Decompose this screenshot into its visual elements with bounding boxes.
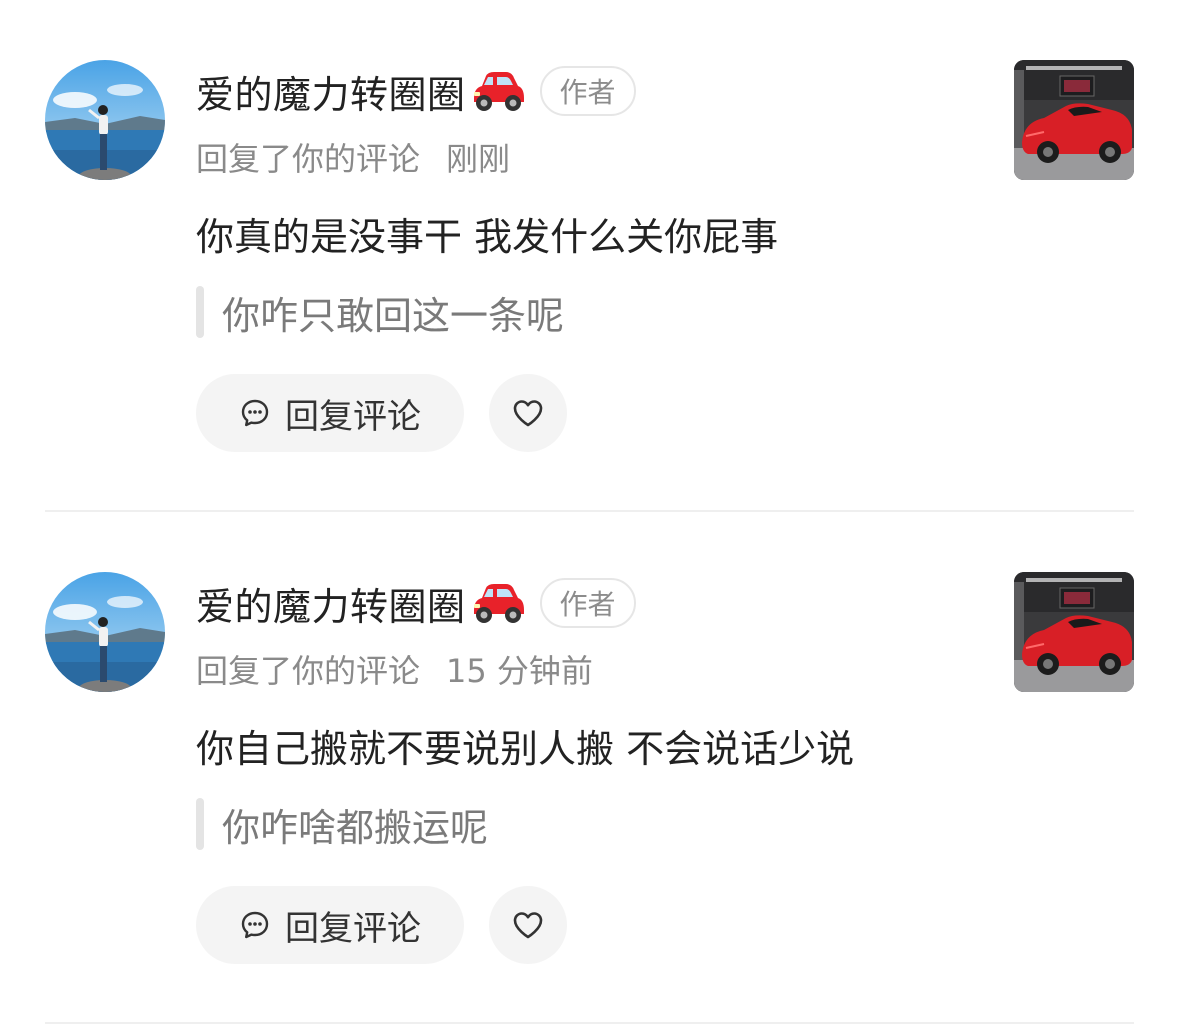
username[interactable]: 爱的魔力转圈圈: [196, 64, 466, 119]
reply-comment-button[interactable]: 回复评论: [196, 374, 464, 452]
quote-bar: [196, 286, 204, 338]
comment-bubble-icon: [241, 399, 269, 427]
divider: [45, 1022, 1134, 1024]
author-badge: 作者: [539, 578, 636, 628]
quote-text: 你咋只敢回这一条呢: [222, 293, 565, 338]
meta-row: 回复了你的评论 15 分钟前: [196, 646, 593, 692]
avatar[interactable]: [45, 60, 165, 180]
reply-button-label: 回复评论: [285, 396, 421, 437]
username-row: 爱的魔力转圈圈 作者: [196, 574, 636, 632]
reply-button-label: 回复评论: [285, 908, 421, 949]
reply-content: 你自己搬就不要说别人搬 不会说话少说: [196, 727, 855, 771]
quote-bar: [196, 798, 204, 850]
avatar[interactable]: [45, 572, 165, 692]
action-text: 回复了你的评论: [196, 652, 421, 690]
notification-item[interactable]: 爱的魔力转圈圈 作者 回复了你的评论 刚刚 你真的是没事干 我发什么关你屁事 你咋…: [0, 0, 1179, 512]
reply-content: 你真的是没事干 我发什么关你屁事: [196, 215, 779, 259]
timestamp: 刚刚: [446, 140, 511, 178]
quote-text: 你咋啥都搬运呢: [222, 805, 489, 850]
reply-comment-button[interactable]: 回复评论: [196, 886, 464, 964]
post-thumbnail[interactable]: [1014, 572, 1134, 692]
username[interactable]: 爱的魔力转圈圈: [196, 576, 466, 631]
notification-item[interactable]: 爱的魔力转圈圈 作者 回复了你的评论 15 分钟前 你自己搬就不要说别人搬 不会说…: [0, 512, 1179, 1024]
red-car-emoji-icon: [468, 580, 526, 626]
action-text: 回复了你的评论: [196, 140, 421, 178]
meta-row: 回复了你的评论 刚刚: [196, 134, 510, 180]
post-thumbnail[interactable]: [1014, 60, 1134, 180]
quoted-comment: 你咋只敢回这一条呢: [196, 284, 564, 340]
timestamp: 15 分钟前: [446, 652, 593, 690]
red-car-emoji-icon: [468, 68, 526, 114]
quoted-comment: 你咋啥都搬运呢: [196, 796, 488, 852]
comment-bubble-icon: [241, 911, 269, 939]
heart-outline-icon: [513, 912, 543, 939]
like-button[interactable]: [489, 374, 567, 452]
author-badge: 作者: [539, 66, 636, 116]
username-row: 爱的魔力转圈圈 作者: [196, 62, 636, 120]
like-button[interactable]: [489, 886, 567, 964]
heart-outline-icon: [513, 400, 543, 427]
